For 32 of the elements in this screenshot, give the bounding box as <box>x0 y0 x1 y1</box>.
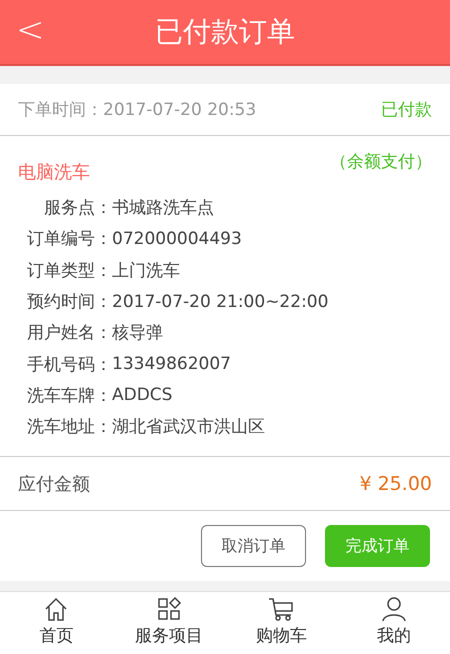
detail-value: 湖北省武汉市洪山区 <box>112 416 265 438</box>
tab-item[interactable]: 我的 <box>338 592 450 654</box>
service-name: 电脑洗车 <box>18 161 90 184</box>
tab-item[interactable]: 服务项目 <box>112 592 225 654</box>
detail-value: 072000004493 <box>112 228 242 249</box>
detail-label: 洗车车牌： <box>26 384 112 407</box>
order-status: 已付款 <box>381 99 432 121</box>
detail-value: 核导弹 <box>112 322 163 344</box>
detail-value: 13349862007 <box>112 354 231 374</box>
amount-label: 应付金额 <box>18 472 90 496</box>
home-icon <box>43 596 70 622</box>
detail-label: 服务点： <box>43 197 112 220</box>
payment-method: （余额支付） <box>330 151 432 173</box>
detail-value: 2017-07-20 21:00~22:00 <box>112 292 328 312</box>
detail-label: 手机号码： <box>26 354 112 376</box>
page-title: 已付款订单 <box>155 14 295 50</box>
detail-label: 预约时间： <box>26 291 112 314</box>
tab-item[interactable]: 购物车 <box>225 592 338 654</box>
tab-item[interactable]: 首页 <box>0 592 112 654</box>
grid-icon <box>156 596 182 622</box>
order-time: 下单时间：2017-07-20 20:53 <box>18 99 256 121</box>
detail-label: 洗车地址： <box>26 416 112 438</box>
detail-label: 订单类型： <box>26 260 112 282</box>
cancel-order-button[interactable]: 取消订单 <box>201 525 306 568</box>
user-icon <box>380 596 407 622</box>
detail-value: ADDCS <box>112 385 172 406</box>
detail-label: 订单编号： <box>26 228 112 250</box>
detail-value: 书城路洗车点 <box>112 197 214 220</box>
detail-label: 用户姓名： <box>26 322 112 344</box>
detail-value: 上门洗车 <box>112 260 180 282</box>
amount-value: ¥ 25.00 <box>359 472 432 495</box>
cart-icon <box>268 596 294 622</box>
